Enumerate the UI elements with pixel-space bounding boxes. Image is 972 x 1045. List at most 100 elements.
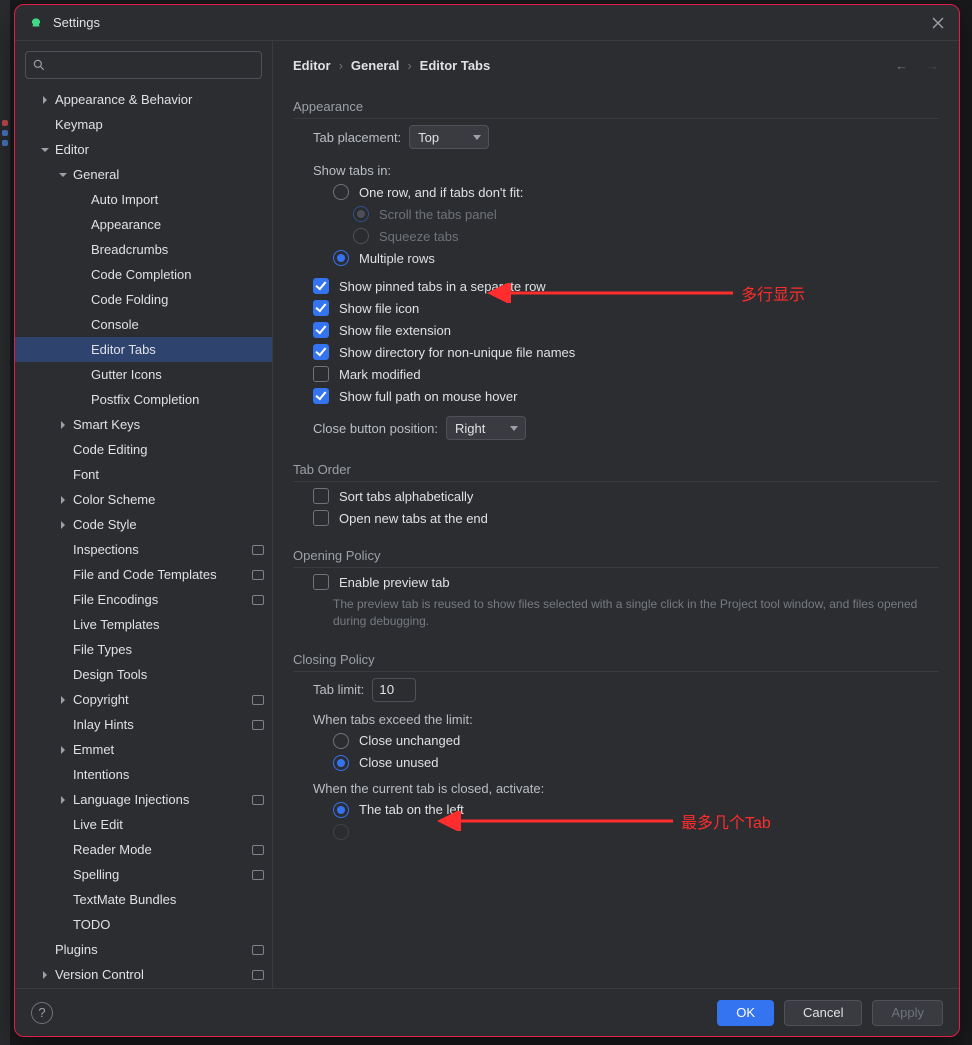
tree-item-inlay-hints[interactable]: Inlay Hints [15,712,272,737]
check-show-full-path[interactable] [313,388,329,404]
tree-item-font[interactable]: Font [15,462,272,487]
apply-button[interactable]: Apply [872,1000,943,1026]
tree-item-code-editing[interactable]: Code Editing [15,437,272,462]
crumb-2[interactable]: Editor Tabs [420,58,491,73]
tree-item-label: Version Control [55,967,252,982]
chevron-right-icon[interactable] [57,494,69,506]
tree-item-label: Appearance [91,217,264,232]
radio-one-row[interactable] [333,184,349,200]
chevron-right-icon[interactable] [39,94,51,106]
tree-item-file-types[interactable]: File Types [15,637,272,662]
close-btn-pos-label: Close button position: [313,421,438,436]
tree-item-design-tools[interactable]: Design Tools [15,662,272,687]
tree-item-label: Spelling [73,867,252,882]
tree-item-live-templates[interactable]: Live Templates [15,612,272,637]
tree-item-general[interactable]: General [15,162,272,187]
tree-item-todo[interactable]: TODO [15,912,272,937]
tree-item-label: File Types [73,642,264,657]
close-btn-pos-select[interactable]: Right [446,416,526,440]
chevron-right-icon[interactable] [57,744,69,756]
tree-item-label: Gutter Icons [91,367,264,382]
tree-item-color-scheme[interactable]: Color Scheme [15,487,272,512]
window-title: Settings [53,15,100,30]
radio-multiple-rows[interactable] [333,250,349,266]
tree-item-live-edit[interactable]: Live Edit [15,812,272,837]
chevron-down-icon[interactable] [39,144,51,156]
chevron-right-icon[interactable] [57,419,69,431]
close-icon[interactable] [931,16,945,30]
check-show-file-icon[interactable] [313,300,329,316]
nav-back-icon[interactable]: ← [895,58,908,73]
tab-placement-label: Tab placement: [313,130,401,145]
tree-item-auto-import[interactable]: Auto Import [15,187,272,212]
tab-placement-select[interactable]: Top [409,125,489,149]
project-scope-icon [252,570,264,580]
check-show-dir-non-unique[interactable] [313,344,329,360]
tree-item-label: Emmet [73,742,264,757]
tree-item-appearance[interactable]: Appearance [15,212,272,237]
tree-item-label: Code Editing [73,442,264,457]
search-input[interactable] [25,51,262,79]
tree-item-file-encodings[interactable]: File Encodings [15,587,272,612]
check-mark-modified[interactable] [313,366,329,382]
tree-item-reader-mode[interactable]: Reader Mode [15,837,272,862]
tab-limit-input[interactable] [372,678,416,702]
exceed-label: When tabs exceed the limit: [313,712,473,727]
crumb-1[interactable]: General [351,58,399,73]
project-scope-icon [252,695,264,705]
breadcrumb: Editor › General › Editor Tabs ← → [273,41,959,89]
project-scope-icon [252,720,264,730]
tree-item-code-folding[interactable]: Code Folding [15,287,272,312]
project-scope-icon [252,870,264,880]
tree-item-breadcrumbs[interactable]: Breadcrumbs [15,237,272,262]
search-icon [32,58,46,72]
tree-item-console[interactable]: Console [15,312,272,337]
chevron-right-icon[interactable] [39,969,51,981]
chevron-right-icon[interactable] [57,519,69,531]
tree-item-label: Color Scheme [73,492,264,507]
tree-item-file-and-code-templates[interactable]: File and Code Templates [15,562,272,587]
tree-item-label: Breadcrumbs [91,242,264,257]
check-show-pinned[interactable] [313,278,329,294]
chevron-right-icon[interactable] [57,694,69,706]
tree-item-emmet[interactable]: Emmet [15,737,272,762]
tree-item-code-style[interactable]: Code Style [15,512,272,537]
tree-item-spelling[interactable]: Spelling [15,862,272,887]
tree-item-appearance-behavior[interactable]: Appearance & Behavior [15,87,272,112]
tree-item-version-control[interactable]: Version Control [15,962,272,987]
crumb-0[interactable]: Editor [293,58,331,73]
tree-item-intentions[interactable]: Intentions [15,762,272,787]
ok-button[interactable]: OK [717,1000,774,1026]
tree-item-copyright[interactable]: Copyright [15,687,272,712]
tree-item-editor[interactable]: Editor [15,137,272,162]
tree-item-textmate-bundles[interactable]: TextMate Bundles [15,887,272,912]
radio-tab-right[interactable] [333,824,349,840]
settings-content: Appearance Tab placement: Top Show tabs … [273,89,959,988]
tree-item-code-completion[interactable]: Code Completion [15,262,272,287]
tree-item-postfix-completion[interactable]: Postfix Completion [15,387,272,412]
tree-item-plugins[interactable]: Plugins [15,937,272,962]
tree-item-gutter-icons[interactable]: Gutter Icons [15,362,272,387]
dialog-footer: ? OK Cancel Apply [15,988,959,1036]
tree-item-keymap[interactable]: Keymap [15,112,272,137]
show-tabs-in-label: Show tabs in: [313,163,391,178]
check-open-end[interactable] [313,510,329,526]
nav-fwd-icon[interactable]: → [926,58,939,73]
radio-close-unused[interactable] [333,755,349,771]
help-icon[interactable]: ? [31,1002,53,1024]
chevron-down-icon[interactable] [57,169,69,181]
section-opening-policy: Opening Policy [293,548,939,568]
chevron-right-icon[interactable] [57,794,69,806]
tree-item-inspections[interactable]: Inspections [15,537,272,562]
tree-item-editor-tabs[interactable]: Editor Tabs [15,337,272,362]
tree-item-label: Editor [55,142,264,157]
radio-tab-left[interactable] [333,802,349,818]
tree-item-smart-keys[interactable]: Smart Keys [15,412,272,437]
tab-limit-label: Tab limit: [313,682,364,697]
cancel-button[interactable]: Cancel [784,1000,862,1026]
check-enable-preview[interactable] [313,574,329,590]
radio-close-unchanged[interactable] [333,733,349,749]
tree-item-language-injections[interactable]: Language Injections [15,787,272,812]
check-sort-alpha[interactable] [313,488,329,504]
check-show-file-ext[interactable] [313,322,329,338]
